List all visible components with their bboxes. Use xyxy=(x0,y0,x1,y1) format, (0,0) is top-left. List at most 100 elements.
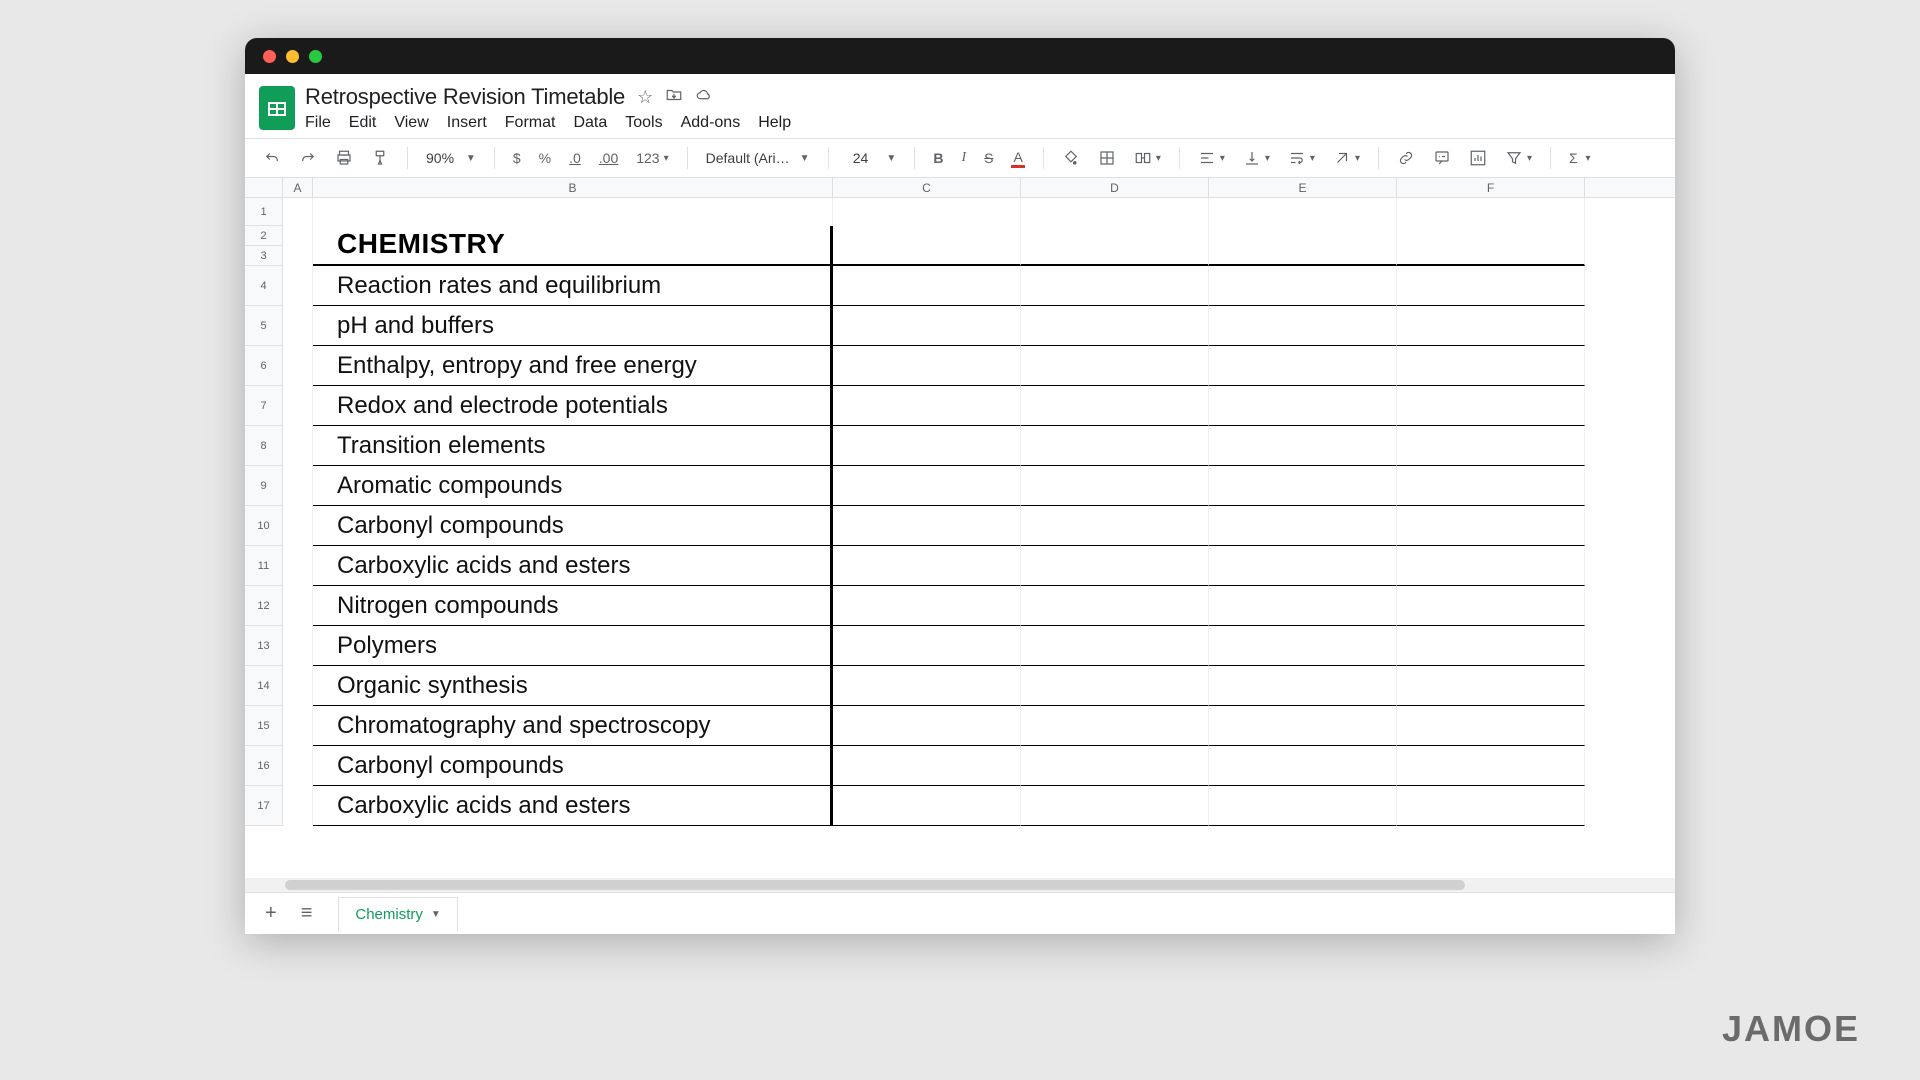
currency-button[interactable]: $ xyxy=(509,146,525,170)
decrease-decimal-button[interactable]: .0 xyxy=(565,146,585,170)
row-header[interactable]: 3 xyxy=(245,246,282,266)
cell[interactable] xyxy=(283,346,313,386)
cell[interactable] xyxy=(1209,786,1397,826)
row-header[interactable]: 6 xyxy=(245,346,282,386)
col-header-a[interactable]: A xyxy=(283,178,313,197)
cell[interactable] xyxy=(1209,706,1397,746)
cell[interactable] xyxy=(833,786,1021,826)
bold-button[interactable]: B xyxy=(929,146,947,170)
move-folder-icon[interactable] xyxy=(665,86,683,109)
star-icon[interactable]: ☆ xyxy=(637,87,653,108)
window-close-icon[interactable] xyxy=(263,50,276,63)
cell[interactable] xyxy=(283,666,313,706)
cell[interactable] xyxy=(833,586,1021,626)
cell[interactable] xyxy=(1021,746,1209,786)
paint-format-button[interactable] xyxy=(367,145,393,171)
cell[interactable] xyxy=(283,466,313,506)
col-header-b[interactable]: B xyxy=(313,178,833,197)
menu-insert[interactable]: Insert xyxy=(447,114,487,132)
cell[interactable] xyxy=(283,706,313,746)
cell[interactable] xyxy=(283,306,313,346)
menu-edit[interactable]: Edit xyxy=(349,114,377,132)
cell[interactable] xyxy=(1397,266,1585,306)
row-header[interactable]: 14 xyxy=(245,666,282,706)
cell[interactable] xyxy=(283,246,313,266)
number-format-dropdown[interactable]: 123▾ xyxy=(632,146,672,170)
cell[interactable] xyxy=(1397,426,1585,466)
merge-cells-button[interactable]: ▾ xyxy=(1130,145,1165,171)
row-header[interactable]: 16 xyxy=(245,746,282,786)
cell[interactable] xyxy=(283,266,313,306)
cell[interactable] xyxy=(1021,386,1209,426)
cell[interactable] xyxy=(1209,466,1397,506)
cell[interactable] xyxy=(1397,706,1585,746)
cell[interactable]: Aromatic compounds xyxy=(313,466,833,506)
cell[interactable] xyxy=(1209,346,1397,386)
row-header[interactable]: 5 xyxy=(245,306,282,346)
cell[interactable] xyxy=(1209,426,1397,466)
insert-chart-button[interactable] xyxy=(1465,145,1491,171)
cell[interactable] xyxy=(1397,198,1585,226)
cell[interactable] xyxy=(1397,626,1585,666)
menu-view[interactable]: View xyxy=(394,114,428,132)
cell[interactable] xyxy=(1209,246,1397,266)
cell[interactable] xyxy=(1021,226,1209,246)
cell[interactable] xyxy=(1209,198,1397,226)
cell[interactable] xyxy=(1021,306,1209,346)
row-header[interactable]: 13 xyxy=(245,626,282,666)
cell[interactable] xyxy=(1397,346,1585,386)
filter-button[interactable]: ▾ xyxy=(1501,145,1536,171)
cell[interactable] xyxy=(1209,386,1397,426)
cell[interactable] xyxy=(1209,266,1397,306)
undo-button[interactable] xyxy=(259,145,285,171)
cell[interactable] xyxy=(833,666,1021,706)
cell[interactable] xyxy=(283,626,313,666)
cell[interactable] xyxy=(833,546,1021,586)
font-size-dropdown[interactable]: 24 ▼ xyxy=(843,146,901,170)
cell[interactable] xyxy=(283,746,313,786)
row-header[interactable]: 10 xyxy=(245,506,282,546)
window-minimize-icon[interactable] xyxy=(286,50,299,63)
menu-format[interactable]: Format xyxy=(505,114,556,132)
cell[interactable] xyxy=(283,226,313,246)
insert-link-button[interactable] xyxy=(1393,145,1419,171)
cell[interactable] xyxy=(1209,546,1397,586)
cell[interactable] xyxy=(1397,226,1585,246)
cell[interactable] xyxy=(1209,586,1397,626)
row-header[interactable]: 12 xyxy=(245,586,282,626)
cell[interactable] xyxy=(1397,586,1585,626)
cell[interactable] xyxy=(1397,546,1585,586)
row-header[interactable]: 1 xyxy=(245,198,282,226)
cell[interactable] xyxy=(833,466,1021,506)
cell[interactable] xyxy=(833,246,1021,266)
cell[interactable] xyxy=(833,306,1021,346)
row-header[interactable]: 9 xyxy=(245,466,282,506)
redo-button[interactable] xyxy=(295,145,321,171)
menu-file[interactable]: File xyxy=(305,114,331,132)
cell[interactable] xyxy=(283,426,313,466)
cell[interactable]: Redox and electrode potentials xyxy=(313,386,833,426)
print-button[interactable] xyxy=(331,145,357,171)
col-header-d[interactable]: D xyxy=(1021,178,1209,197)
cell[interactable]: Organic synthesis xyxy=(313,666,833,706)
cell[interactable] xyxy=(1209,306,1397,346)
cell[interactable] xyxy=(833,266,1021,306)
spreadsheet-area[interactable]: A B C D E F 1234567891011121314151617 CH… xyxy=(245,178,1675,878)
h-align-button[interactable]: ▾ xyxy=(1194,145,1229,171)
cell[interactable] xyxy=(1021,706,1209,746)
cell[interactable] xyxy=(1021,346,1209,386)
cell[interactable]: Chromatography and spectroscopy xyxy=(313,706,833,746)
cell[interactable]: Carbonyl compounds xyxy=(313,506,833,546)
text-wrap-button[interactable]: ▾ xyxy=(1284,145,1319,171)
cell[interactable] xyxy=(1021,506,1209,546)
select-all-corner[interactable] xyxy=(245,178,283,197)
cell[interactable] xyxy=(1209,666,1397,706)
row-header[interactable]: 4 xyxy=(245,266,282,306)
cell[interactable] xyxy=(1397,506,1585,546)
cell[interactable] xyxy=(1021,626,1209,666)
cell[interactable] xyxy=(1021,546,1209,586)
col-header-e[interactable]: E xyxy=(1209,178,1397,197)
menu-tools[interactable]: Tools xyxy=(625,114,662,132)
cell[interactable]: Carboxylic acids and esters xyxy=(313,546,833,586)
cell[interactable]: Carboxylic acids and esters xyxy=(313,786,833,826)
